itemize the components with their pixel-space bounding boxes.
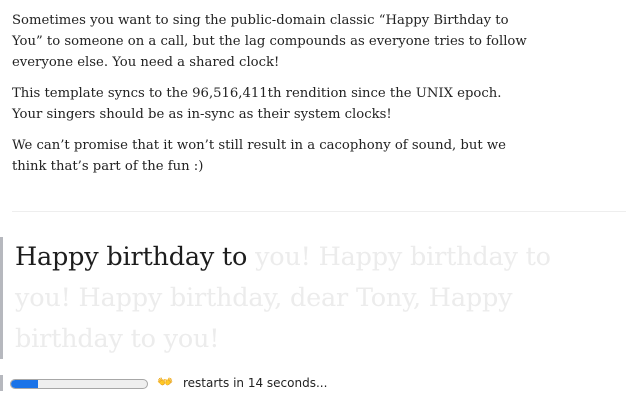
lyrics-sung: Happy birthday to <box>15 242 248 272</box>
status-accent-rule <box>0 375 3 391</box>
restart-countdown: restarts in 14 seconds... <box>183 376 328 390</box>
progress-bar <box>10 379 148 389</box>
intro-section: Sometimes you want to sing the public-do… <box>12 10 532 187</box>
lyrics-text: Happy birthday to you! Happy birthday to… <box>15 237 555 360</box>
clapping-hands-icon: 👐 <box>157 375 174 390</box>
sync-paragraph: This template syncs to the 96,516,411th … <box>12 86 502 122</box>
disclaimer-paragraph: We can’t promise that it won’t still res… <box>12 138 506 174</box>
intro-paragraph: Sometimes you want to sing the public-do… <box>12 13 527 70</box>
progress-fill <box>11 380 39 388</box>
section-divider <box>12 211 626 212</box>
status-row: 👐 restarts in 14 seconds... <box>0 373 640 393</box>
lyrics-block: Happy birthday to you! Happy birthday to… <box>0 237 555 359</box>
